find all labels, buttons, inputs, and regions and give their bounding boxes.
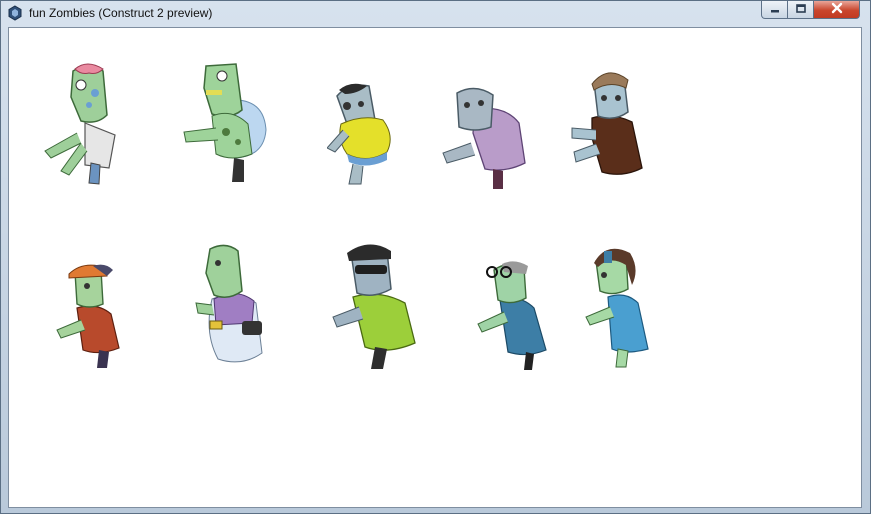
construct-2-icon[interactable] xyxy=(7,5,23,21)
minimize-icon xyxy=(769,1,781,19)
minimize-button[interactable] xyxy=(761,1,788,19)
zombie-yellow-shirt[interactable] xyxy=(327,80,407,190)
zombie-cap-kid[interactable] xyxy=(53,260,128,370)
zombie-purple-hoodie[interactable] xyxy=(435,83,535,193)
close-icon xyxy=(830,1,844,19)
title-bar[interactable]: fun Zombies (Construct 2 preview) xyxy=(1,1,870,26)
maximize-button[interactable] xyxy=(787,1,814,19)
game-canvas[interactable] xyxy=(8,27,862,508)
zombie-tourist-camera[interactable] xyxy=(192,243,272,373)
zombie-glasses-lady[interactable] xyxy=(472,260,557,370)
preview-window: fun Zombies (Construct 2 preview) xyxy=(0,0,871,514)
zombie-brown-coat[interactable] xyxy=(562,68,657,193)
window-title: fun Zombies (Construct 2 preview) xyxy=(29,6,213,20)
zombie-girl-blue-dress[interactable] xyxy=(582,245,662,370)
close-button[interactable] xyxy=(813,1,860,19)
zombie-big-green[interactable] xyxy=(172,58,272,188)
zombie-green-jacket[interactable] xyxy=(325,243,425,373)
maximize-icon xyxy=(795,1,807,19)
zombie-brain-exposed[interactable] xyxy=(37,63,127,188)
